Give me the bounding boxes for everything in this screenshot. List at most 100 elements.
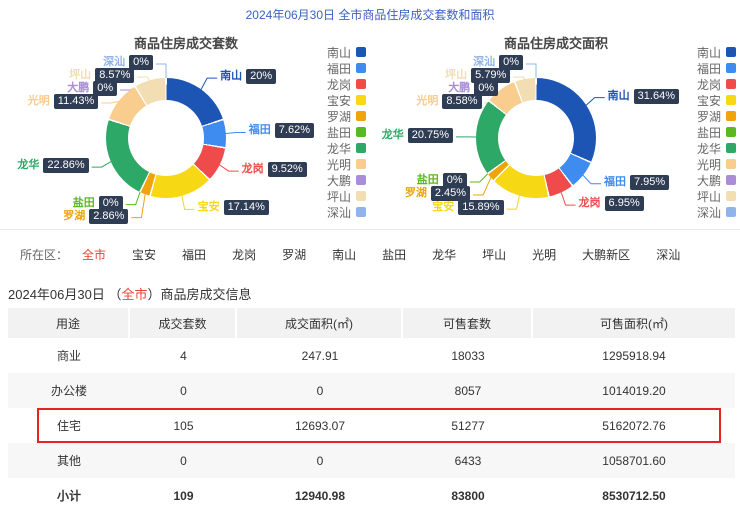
slice-percent-badge: 31.64% (634, 89, 679, 104)
slice-label-龙华: 龙华 20.75% (382, 128, 453, 143)
legend-item-光明[interactable]: 光明 (697, 156, 739, 172)
legend-swatch (726, 79, 736, 89)
legend-item-福田[interactable]: 福田 (327, 60, 369, 76)
slice-percent-badge: 15.89% (458, 200, 503, 215)
slice-label-福田: 福田7.95% (604, 175, 669, 190)
legend-item-福田[interactable]: 福田 (697, 60, 739, 76)
filter-option-罗湖[interactable]: 罗湖 (282, 246, 306, 263)
subtitle-paren-open: （ (108, 287, 121, 302)
legend-item-罗湖[interactable]: 罗湖 (697, 108, 739, 124)
legend-swatch (726, 111, 736, 121)
slice-label-深汕: 深汕0% (473, 55, 523, 70)
slice-percent-badge: 8.58% (442, 94, 481, 109)
leader-line-深汕 (526, 64, 536, 79)
slice-percent-badge: 2.45% (431, 186, 470, 201)
slice-name: 龙岗 (579, 197, 601, 209)
slice-name: 福田 (249, 124, 271, 136)
filter-option-深汕[interactable]: 深汕 (656, 246, 680, 263)
legend-item-大鹏[interactable]: 大鹏 (327, 172, 369, 188)
legend-swatch (356, 143, 366, 153)
legend-item-龙岗[interactable]: 龙岗 (697, 76, 739, 92)
deal-info-table: 用途成交套数成交面积(㎡)可售套数可售面积(㎡) 商业4247.91180331… (8, 308, 735, 513)
slice-label-宝安: 宝安 15.89% (432, 200, 503, 215)
slice-percent-badge: 0% (129, 55, 153, 70)
legend-swatch (726, 143, 736, 153)
legend-item-深汕[interactable]: 深汕 (327, 204, 369, 220)
legend-item-大鹏[interactable]: 大鹏 (697, 172, 739, 188)
slice-label-坪山: 坪山5.79% (445, 68, 510, 83)
legend-label: 大鹏 (327, 172, 351, 189)
slice-label-南山: 南山20% (220, 69, 276, 84)
filter-option-龙岗[interactable]: 龙岗 (232, 246, 256, 263)
legend-item-宝安[interactable]: 宝安 (697, 92, 739, 108)
legend-label: 龙岗 (327, 76, 351, 93)
filter-option-盐田[interactable]: 盐田 (382, 246, 406, 263)
legend-item-坪山[interactable]: 坪山 (697, 188, 739, 204)
slice-percent-badge: 17.14% (224, 200, 269, 215)
legend-label: 罗湖 (327, 108, 351, 125)
slice-name: 深汕 (103, 56, 125, 68)
filter-option-龙华[interactable]: 龙华 (432, 246, 456, 263)
slice-percent-badge: 7.62% (275, 123, 314, 138)
slice-name: 龙华 (382, 129, 404, 141)
slice-name: 宝安 (198, 201, 220, 213)
legend-label: 宝安 (697, 92, 721, 109)
table-header-cell: 用途 (8, 308, 130, 338)
subtitle-area: 全市 (121, 287, 147, 302)
leader-line-宝安 (507, 195, 520, 209)
legend-swatch (356, 175, 366, 185)
slice-percent-badge: 0% (474, 81, 498, 96)
filter-option-光明[interactable]: 光明 (532, 246, 556, 263)
legend-item-南山[interactable]: 南山 (697, 44, 739, 60)
table-cell: 12693.07 (237, 408, 403, 443)
legend-item-深汕[interactable]: 深汕 (697, 204, 739, 220)
slice-label-南山: 南山31.64% (608, 89, 679, 104)
legend-item-龙华[interactable]: 龙华 (697, 140, 739, 156)
legend-item-坪山[interactable]: 坪山 (327, 188, 369, 204)
table-cell: 18033 (403, 338, 533, 373)
legend-label: 南山 (697, 44, 721, 61)
table-cell: 1295918.94 (533, 338, 735, 373)
table-cell: 8057 (403, 373, 533, 408)
legend-item-龙岗[interactable]: 龙岗 (327, 76, 369, 92)
dashboard-page: 2024年06月30日 全市商品住房成交套数和面积 商品住房成交套数 南山福田龙… (0, 0, 740, 515)
filter-label: 所在区： (20, 246, 68, 263)
legend-item-光明[interactable]: 光明 (327, 156, 369, 172)
table-header-cell: 成交套数 (130, 308, 237, 338)
filter-option-大鹏新区[interactable]: 大鹏新区 (582, 246, 630, 263)
table-cell: 83800 (403, 478, 533, 513)
slice-label-龙岗: 龙岗6.95% (579, 196, 644, 211)
slice-label-罗湖: 罗湖2.45% (405, 186, 470, 201)
legend-item-宝安[interactable]: 宝安 (327, 92, 369, 108)
legend-label: 福田 (327, 60, 351, 77)
chart-deal-count: 商品住房成交套数 南山福田龙岗宝安罗湖盐田龙华光明大鹏坪山深汕 南山20%福田7… (0, 20, 370, 256)
slice-label-大鹏: 大鹏0% (67, 81, 117, 96)
legend-item-盐田[interactable]: 盐田 (327, 124, 369, 140)
slice-percent-badge: 11.43% (54, 94, 99, 109)
table-cell: 5162072.76 (533, 408, 735, 443)
district-filter-bar: 所在区： 全市 宝安 福田 龙岗 罗湖 南山 盐田 龙华 坪山 光明 大鹏新区 深汕 (0, 229, 740, 283)
slice-name: 福田 (604, 176, 626, 188)
legend-swatch (356, 95, 366, 105)
leader-line-盐田 (126, 191, 141, 205)
filter-option-坪山[interactable]: 坪山 (482, 246, 506, 263)
legend-item-盐田[interactable]: 盐田 (697, 124, 739, 140)
chart-title-count: 商品住房成交套数 (16, 33, 356, 52)
slice-label-龙华: 龙华22.86% (17, 158, 88, 173)
legend-item-南山[interactable]: 南山 (327, 44, 369, 60)
legend-label: 龙华 (697, 140, 721, 157)
donut-chart-area (476, 78, 596, 198)
legend-item-罗湖[interactable]: 罗湖 (327, 108, 369, 124)
slice-percent-badge: 5.79% (471, 68, 510, 83)
filter-option-全市[interactable]: 全市 (82, 246, 106, 263)
table-cell: 1058701.60 (533, 443, 735, 478)
chart-legend: 南山福田龙岗宝安罗湖盐田龙华光明大鹏坪山深汕 (327, 44, 369, 220)
filter-option-宝安[interactable]: 宝安 (132, 246, 156, 263)
filter-option-福田[interactable]: 福田 (182, 246, 206, 263)
legend-swatch (726, 63, 736, 73)
slice-percent-badge: 20.75% (408, 128, 453, 143)
slice-name: 宝安 (432, 201, 454, 213)
legend-item-龙华[interactable]: 龙华 (327, 140, 369, 156)
table-cell: 51277 (403, 408, 533, 443)
filter-option-南山[interactable]: 南山 (332, 246, 356, 263)
